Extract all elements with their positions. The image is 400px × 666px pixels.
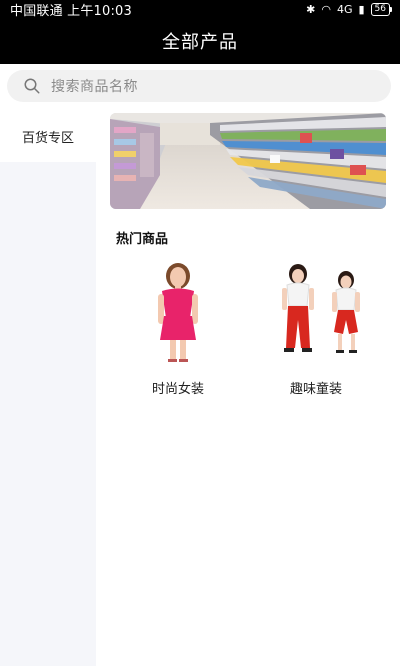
hot-products-title: 热门商品 — [116, 232, 169, 247]
search-icon — [24, 78, 40, 94]
page-title: 全部产品 — [162, 32, 238, 53]
search-bar: 搜索商品名称 — [0, 64, 400, 110]
search-input[interactable]: 搜索商品名称 — [7, 70, 391, 102]
store-shelves-image[interactable] — [110, 113, 386, 209]
search-placeholder: 搜索商品名称 — [51, 79, 138, 95]
product-card-womens[interactable]: 时尚女装 — [116, 258, 240, 397]
wifi-icon: ◠ — [321, 2, 331, 16]
bluetooth-icon: ✱ — [306, 2, 316, 16]
kids-outfit-image — [254, 258, 378, 366]
product-card-kids[interactable]: 趣味童装 — [254, 258, 378, 397]
main-content: 热门商品 时尚女装 趣味童装 — [96, 110, 400, 666]
category-sidebar: 百货专区 — [0, 110, 96, 666]
product-label: 趣味童装 — [289, 382, 342, 397]
status-right: ✱ ◠ 4G ▮ 56 — [306, 2, 393, 16]
product-label: 时尚女装 — [151, 382, 204, 397]
battery-indicator: 56 — [370, 2, 393, 16]
status-bar: 中国联通 上午10:03 ✱ ◠ 4G ▮ 56 — [0, 0, 400, 19]
carrier-time: 中国联通 上午10:03 — [10, 3, 132, 19]
woman-dress-image — [116, 258, 240, 366]
sidebar-item-label: 百货专区 — [21, 130, 74, 146]
status-left: 中国联通 上午10:03 — [10, 0, 132, 19]
signal-icon: ▮ — [358, 2, 365, 16]
app-header: 全部产品 — [0, 18, 400, 64]
sidebar-item-general-goods[interactable]: 百货专区 — [0, 110, 96, 162]
network-type: 4G — [336, 2, 353, 16]
